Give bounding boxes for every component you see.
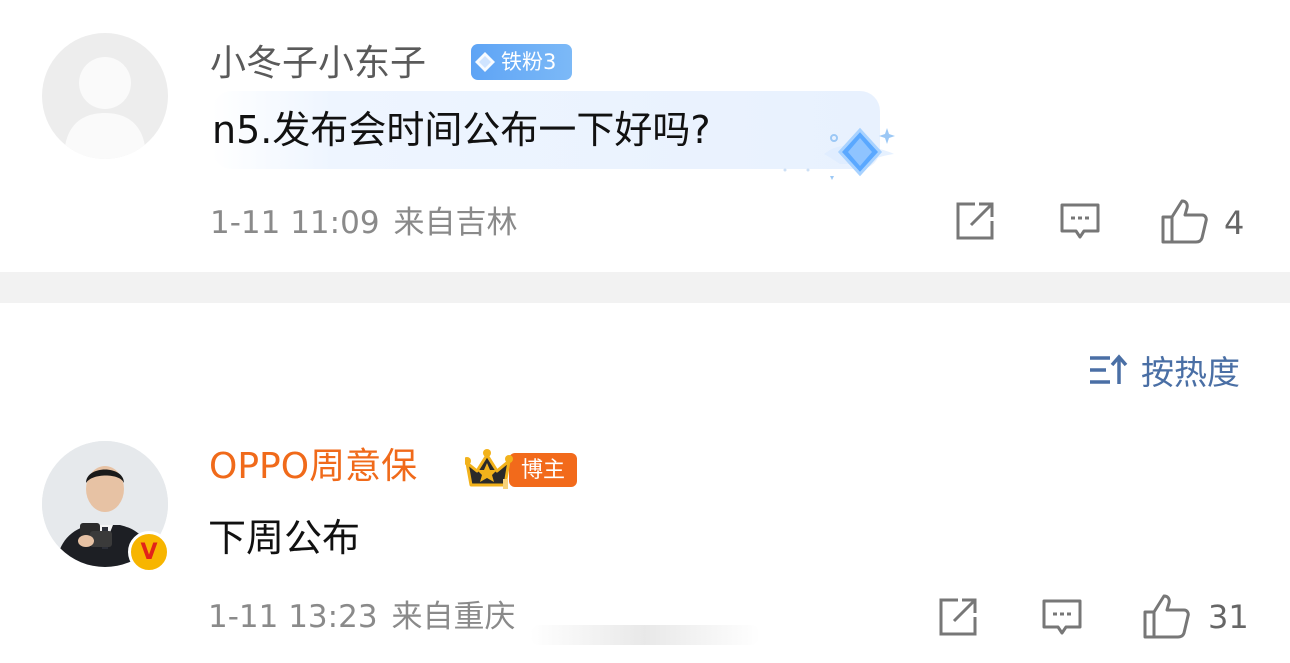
sort-by-hot-button[interactable]: 按热度: [1088, 348, 1240, 392]
comment-location: 来自重庆: [391, 599, 516, 635]
comment-text: n5.发布会时间公布一下好吗?: [212, 108, 711, 152]
comment-time: 1-11 13:23: [208, 599, 378, 635]
share-icon[interactable]: [936, 595, 980, 639]
username[interactable]: 小冬子小东子: [210, 42, 426, 86]
like-count: 4: [1224, 204, 1245, 242]
comment-item: 小冬子小东子 铁粉3 n5.发布会时间公布一下好吗? 1-11 11:09 来自吉…: [0, 0, 1290, 272]
verified-badge-icon: V: [128, 531, 170, 573]
username[interactable]: OPPO周意保: [209, 445, 417, 489]
comment-text: 下周公布: [208, 516, 361, 560]
comment-icon[interactable]: [1040, 595, 1084, 639]
sort-label: 按热度: [1141, 353, 1240, 392]
blogger-badge-label: 博主: [521, 458, 566, 483]
fan-level-badge[interactable]: 铁粉3: [471, 44, 572, 80]
thumbs-up-icon[interactable]: [1160, 197, 1208, 245]
share-icon[interactable]: [953, 199, 997, 243]
avatar[interactable]: [42, 33, 168, 159]
diamond-decoration-icon: [783, 127, 895, 180]
comment-meta: 1-11 11:09 来自吉林: [210, 203, 518, 243]
fan-badge-label: 铁粉3: [501, 50, 557, 74]
sort-icon: [1090, 354, 1128, 384]
diamond-icon: [471, 44, 499, 80]
comment-location: 来自吉林: [393, 205, 518, 241]
comment-meta: 1-11 13:23 来自重庆: [208, 597, 516, 637]
comment-time: 1-11 11:09: [210, 205, 380, 241]
like-count: 31: [1208, 598, 1249, 636]
comment-icon[interactable]: [1058, 199, 1102, 243]
thumbs-up-icon[interactable]: [1142, 592, 1190, 640]
scroll-indicator: [530, 625, 760, 645]
section-divider: [0, 272, 1290, 303]
default-avatar-icon: [64, 57, 146, 159]
comment-item: 按热度 V OPPO周意保 博主 下周公布 1-11 13:23 来自重庆 31: [0, 303, 1290, 663]
